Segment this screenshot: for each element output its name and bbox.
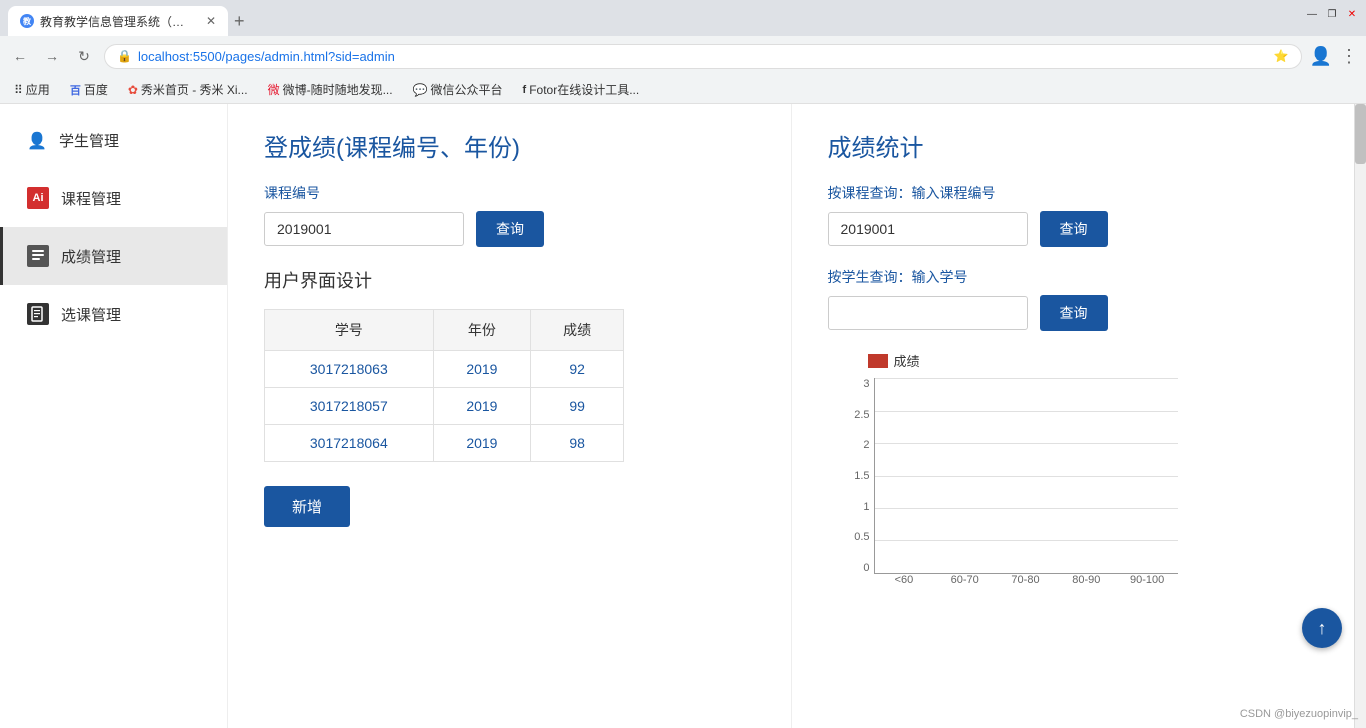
weibo-icon: 微 <box>268 81 280 98</box>
sidebar-label-student: 学生管理 <box>59 130 119 151</box>
address-text: localhost:5500/pages/admin.html?sid=admi… <box>138 49 1268 64</box>
sidebar-item-score[interactable]: 成绩管理 <box>0 227 227 285</box>
left-panel-title: 登成绩(课程编号、年份) <box>264 128 755 163</box>
add-score-button[interactable]: 新增 <box>264 486 350 527</box>
cell-student-id: 3017218057 <box>265 388 434 425</box>
legend-label-score: 成绩 <box>894 351 920 370</box>
profile-icon[interactable]: 👤 <box>1310 46 1332 67</box>
tab-close-button[interactable]: ✕ <box>206 14 216 28</box>
course-query-label: 按课程查询：输入课程编号 <box>828 183 1319 203</box>
back-button[interactable]: ← <box>8 44 32 68</box>
right-course-query-row: 查询 <box>828 211 1319 247</box>
address-bar[interactable]: 🔒 localhost:5500/pages/admin.html?sid=ad… <box>104 44 1302 69</box>
course-icon: Ai <box>27 187 49 209</box>
right-student-query-button[interactable]: 查询 <box>1040 295 1108 331</box>
cell-score: 99 <box>531 388 624 425</box>
table-row: 3017218063 2019 92 <box>265 351 624 388</box>
minimize-button[interactable]: — <box>1306 8 1318 20</box>
baidu-icon: 百 <box>70 82 81 98</box>
close-button[interactable]: ✕ <box>1346 8 1358 20</box>
chart-bars <box>875 378 1178 573</box>
right-course-no-input[interactable] <box>828 212 1028 246</box>
scroll-up-icon: ↑ <box>1318 618 1327 639</box>
bookmark-baidu[interactable]: 百 百度 <box>64 79 114 100</box>
menu-icon[interactable]: ⋮ <box>1340 46 1358 67</box>
cell-year: 2019 <box>433 388 531 425</box>
col-header-score: 成绩 <box>531 310 624 351</box>
xm-icon: ✿ <box>128 83 138 97</box>
bookmark-wechat[interactable]: 💬 微信公众平台 <box>407 79 509 100</box>
score-icon <box>27 245 49 267</box>
legend-color-score <box>868 354 888 368</box>
bookmark-xm[interactable]: ✿ 秀米首页 - 秀米 Xi... <box>122 79 254 100</box>
course-name-display: 用户界面设计 <box>264 267 755 293</box>
cell-student-id: 3017218064 <box>265 425 434 462</box>
cell-score: 92 <box>531 351 624 388</box>
chart-x-labels: <60 60-70 70-80 80-90 90-100 <box>874 574 1178 598</box>
apps-icon: ⠿ <box>14 83 23 97</box>
chart-legend: 成绩 <box>868 351 1319 370</box>
x-label-60-70: 60-70 <box>934 574 995 598</box>
tab-bar: 教 教育教学信息管理系统（管理员） ✕ + — ❐ ✕ <box>0 0 1366 36</box>
browser-controls: ← → ↻ 🔒 localhost:5500/pages/admin.html?… <box>0 36 1366 76</box>
right-course-query-button[interactable]: 查询 <box>1040 211 1108 247</box>
scrollbar-thumb[interactable] <box>1355 104 1366 164</box>
chart-y-axis: 3 2.5 2 1.5 1 0.5 0 <box>838 378 874 574</box>
fotor-icon: f <box>523 84 527 96</box>
sidebar-label-select: 选课管理 <box>61 304 121 325</box>
x-label-90-100: 90-100 <box>1117 574 1178 598</box>
restore-button[interactable]: ❐ <box>1326 8 1338 20</box>
sidebar-label-course: 课程管理 <box>61 188 121 209</box>
col-header-year: 年份 <box>433 310 531 351</box>
watermark: CSDN @biyezuopinvip_ <box>1240 708 1358 720</box>
scores-table: 学号 年份 成绩 3017218063 2019 92 3017218057 2… <box>264 309 624 462</box>
col-header-student-id: 学号 <box>265 310 434 351</box>
x-label-lt60: <60 <box>874 574 935 598</box>
right-student-no-input[interactable] <box>828 296 1028 330</box>
x-label-70-80: 70-80 <box>995 574 1056 598</box>
person-icon: 👤 <box>27 131 47 151</box>
bookmark-weibo[interactable]: 微 微博-随时随地发现... <box>262 79 399 100</box>
scrollbar[interactable] <box>1354 104 1366 728</box>
cell-score: 98 <box>531 425 624 462</box>
chart-plot-area <box>874 378 1178 574</box>
course-no-label: 课程编号 <box>264 183 755 203</box>
cell-year: 2019 <box>433 425 531 462</box>
refresh-button[interactable]: ↻ <box>72 44 96 68</box>
sidebar-item-student[interactable]: 👤 学生管理 <box>0 112 227 169</box>
sidebar: 👤 学生管理 Ai 课程管理 成绩管理 <box>0 104 228 728</box>
table-row: 3017218064 2019 98 <box>265 425 624 462</box>
active-tab[interactable]: 教 教育教学信息管理系统（管理员） ✕ <box>8 6 228 36</box>
bookmark-fotor[interactable]: f Fotor在线设计工具... <box>517 79 646 100</box>
forward-button[interactable]: → <box>40 44 64 68</box>
tab-title: 教育教学信息管理系统（管理员） <box>40 13 194 30</box>
left-panel: 登成绩(课程编号、年份) 课程编号 查询 用户界面设计 学号 年份 成绩 301… <box>228 104 792 728</box>
student-query-label: 按学生查询：输入学号 <box>828 267 1319 287</box>
new-tab-button[interactable]: + <box>234 12 245 30</box>
bookmarks-bar: ⠿ 应用 百 百度 ✿ 秀米首页 - 秀米 Xi... 微 微博-随时随地发现.… <box>0 76 1366 104</box>
right-student-query-row: 查询 <box>828 295 1319 331</box>
right-panel-title: 成绩统计 <box>828 128 1319 163</box>
right-panel: 成绩统计 按课程查询：输入课程编号 查询 按学生查询：输入学号 查询 成绩 3 … <box>792 104 1355 728</box>
cell-year: 2019 <box>433 351 531 388</box>
cell-student-id: 3017218063 <box>265 351 434 388</box>
course-query-row: 查询 <box>264 211 755 247</box>
bookmark-apps[interactable]: ⠿ 应用 <box>8 79 56 100</box>
book-icon <box>27 303 49 325</box>
wechat-icon: 💬 <box>413 83 428 97</box>
score-chart: 3 2.5 2 1.5 1 0.5 0 <box>838 378 1178 598</box>
table-row: 3017218057 2019 99 <box>265 388 624 425</box>
course-no-input[interactable] <box>264 212 464 246</box>
window-controls: — ❐ ✕ <box>1298 0 1366 28</box>
x-label-80-90: 80-90 <box>1056 574 1117 598</box>
sidebar-item-course[interactable]: Ai 课程管理 <box>0 169 227 227</box>
scroll-to-top-button[interactable]: ↑ <box>1302 608 1342 648</box>
tab-favicon: 教 <box>20 14 34 28</box>
sidebar-label-score: 成绩管理 <box>61 246 121 267</box>
sidebar-item-select[interactable]: 选课管理 <box>0 285 227 343</box>
course-query-button[interactable]: 查询 <box>476 211 544 247</box>
